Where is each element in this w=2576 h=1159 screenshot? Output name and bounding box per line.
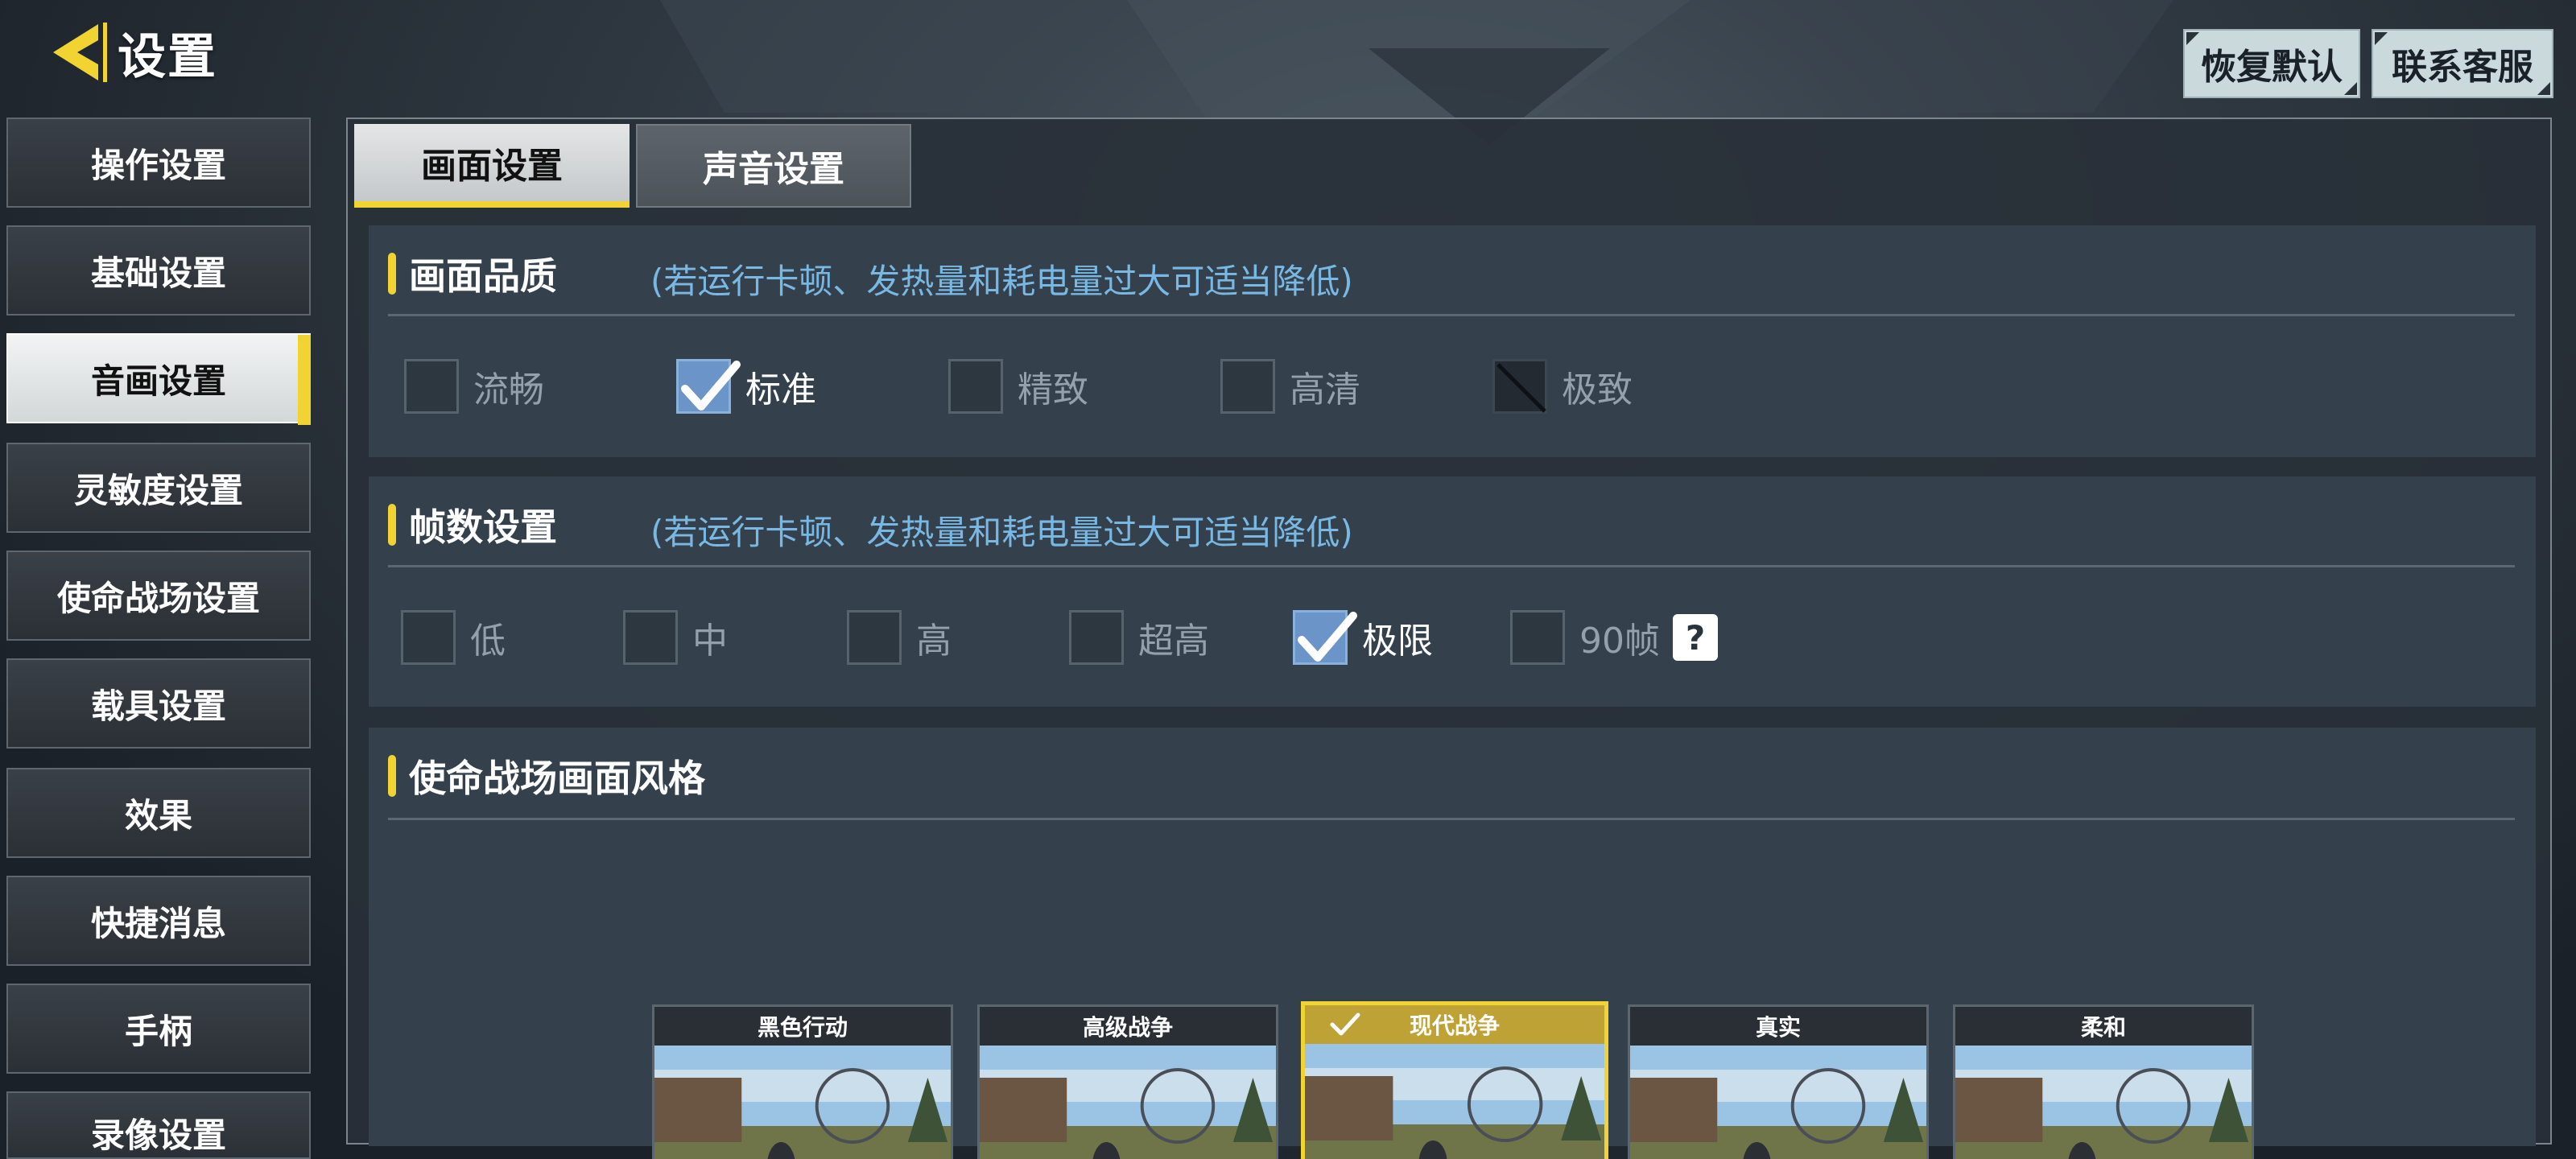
section-title: 画面品质 — [409, 254, 557, 298]
style-preview-image — [1630, 1046, 1926, 1159]
section-header: 帧数设置 — [388, 501, 557, 549]
checkmark-icon — [1298, 612, 1357, 662]
option-label: 低 — [470, 621, 506, 662]
main-panel: 画面设置 声音设置 画面品质 (若运行卡顿、发热量和耗电量过大可适当降低) 流畅… — [346, 118, 2552, 1159]
option-label: 流畅 — [473, 369, 544, 410]
checkbox-locked[interactable] — [1492, 359, 1547, 414]
card-label-text: 现代战争 — [1409, 1013, 1500, 1039]
section-hint: (若运行卡顿、发热量和耗电量过大可适当降低) — [650, 513, 1353, 552]
fps-option-medium[interactable]: 中 — [623, 608, 728, 666]
section-header: 画面品质 — [388, 250, 557, 298]
restore-default-button[interactable]: 恢复默认 — [2183, 29, 2360, 98]
style-card-modern-warfare[interactable]: 现代战争 — [1301, 1001, 1608, 1159]
style-card-advanced-warfare[interactable]: 高级战争 — [977, 1004, 1278, 1159]
section-marker — [388, 755, 396, 797]
sidebar-item-audio-video[interactable]: 音画设置 — [6, 333, 311, 425]
sidebar-item-effects[interactable]: 效果 — [6, 768, 311, 858]
style-preview-image — [980, 1046, 1276, 1159]
option-label: 中 — [692, 621, 728, 662]
option-label: 精致 — [1018, 369, 1088, 410]
card-label-text: 黑色行动 — [757, 1014, 848, 1041]
style-card-black-ops[interactable]: 黑色行动 — [652, 1004, 953, 1159]
sidebar-item-recording[interactable]: 录像设置 — [6, 1091, 311, 1159]
checkbox-checked[interactable] — [676, 359, 741, 414]
tab-sound-settings[interactable]: 声音设置 — [636, 124, 911, 208]
card-label-text: 高级战争 — [1082, 1014, 1173, 1041]
battlefield-style-section: 使命战场画面风格 黑色行动 高级战争 现代战争 真实 柔和 — [369, 728, 2536, 1159]
card-label: 高级战争 — [980, 1007, 1276, 1046]
option-label: 高清 — [1290, 369, 1360, 410]
sidebar-item-quick-messages[interactable]: 快捷消息 — [6, 876, 311, 966]
checkbox[interactable] — [404, 359, 459, 414]
section-hint: (若运行卡顿、发热量和耗电量过大可适当降低) — [650, 262, 1353, 301]
divider — [388, 818, 2515, 820]
option-label: 极致 — [1562, 369, 1633, 410]
sidebar-item-vehicle[interactable]: 载具设置 — [6, 658, 311, 749]
style-preview-image — [654, 1046, 951, 1159]
sidebar-item-controls[interactable]: 操作设置 — [6, 118, 311, 208]
checkbox[interactable] — [948, 359, 1003, 414]
checkbox[interactable] — [623, 610, 678, 665]
section-marker — [388, 504, 396, 546]
sidebar-item-sensitivity[interactable]: 灵敏度设置 — [6, 443, 311, 533]
style-preview-image — [1955, 1046, 2252, 1159]
quality-option-fine[interactable]: 精致 — [948, 357, 1088, 415]
section-marker — [388, 253, 396, 295]
checkmark-icon — [681, 361, 741, 410]
option-label: 标准 — [745, 369, 816, 410]
fps-section: 帧数设置 (若运行卡顿、发热量和耗电量过大可适当降低) 低 中 高 超高 极限 — [369, 476, 2536, 707]
quality-option-hd[interactable]: 高清 — [1220, 357, 1360, 415]
option-label: 高 — [916, 621, 952, 662]
style-preview-image — [1305, 1044, 1604, 1159]
fps-option-super-high[interactable]: 超高 — [1069, 608, 1209, 666]
card-label: 现代战争 — [1305, 1005, 1604, 1044]
style-card-realistic[interactable]: 真实 — [1628, 1004, 1929, 1159]
quality-option-smooth[interactable]: 流畅 — [404, 357, 544, 415]
fps-option-low[interactable]: 低 — [401, 608, 506, 666]
checkmark-icon — [1330, 1013, 1360, 1036]
sidebar-item-label: 音画设置 — [90, 361, 226, 401]
tab-display-settings[interactable]: 画面设置 — [354, 124, 630, 208]
active-indicator — [298, 335, 311, 425]
card-label-text: 柔和 — [2080, 1014, 2126, 1041]
back-button[interactable]: 设置 — [40, 16, 225, 89]
option-label: 超高 — [1138, 621, 1209, 662]
fps-option-90fps[interactable]: 90帧 ? — [1510, 608, 1718, 666]
quality-option-ultra[interactable]: 极致 — [1492, 357, 1633, 415]
contact-service-button[interactable]: 联系客服 — [2372, 29, 2553, 98]
section-header: 使命战场画面风格 — [388, 752, 705, 800]
chevron-left-icon — [53, 23, 107, 82]
card-label: 真实 — [1630, 1007, 1926, 1046]
card-label: 柔和 — [1955, 1007, 2252, 1046]
card-label: 黑色行动 — [654, 1007, 951, 1046]
section-title: 使命战场画面风格 — [409, 757, 705, 800]
checkbox[interactable] — [1510, 610, 1565, 665]
quality-section: 画面品质 (若运行卡顿、发热量和耗电量过大可适当降低) 流畅 标准 精致 高清 — [369, 225, 2536, 457]
checkbox[interactable] — [847, 610, 902, 665]
sidebar-item-battlefield[interactable]: 使命战场设置 — [6, 551, 311, 641]
checkbox[interactable] — [401, 610, 456, 665]
question-mark-icon[interactable]: ? — [1673, 614, 1718, 661]
divider — [388, 314, 2515, 316]
checkbox-checked[interactable] — [1293, 610, 1357, 665]
option-label: 90帧 — [1579, 621, 1660, 662]
page-title: 设置 — [118, 28, 217, 85]
checkbox[interactable] — [1069, 610, 1124, 665]
fps-option-extreme[interactable]: 极限 — [1293, 608, 1433, 666]
sidebar-item-basic[interactable]: 基础设置 — [6, 225, 311, 316]
quality-option-standard[interactable]: 标准 — [676, 357, 816, 415]
card-label-text: 真实 — [1755, 1014, 1801, 1041]
locked-slash-icon — [1496, 363, 1546, 413]
section-title: 帧数设置 — [409, 505, 557, 549]
checkbox[interactable] — [1220, 359, 1275, 414]
option-label: 极限 — [1362, 621, 1433, 662]
fps-option-high[interactable]: 高 — [847, 608, 952, 666]
sidebar-item-controller[interactable]: 手柄 — [6, 984, 311, 1074]
divider — [388, 565, 2515, 567]
style-card-soft[interactable]: 柔和 — [1953, 1004, 2254, 1159]
